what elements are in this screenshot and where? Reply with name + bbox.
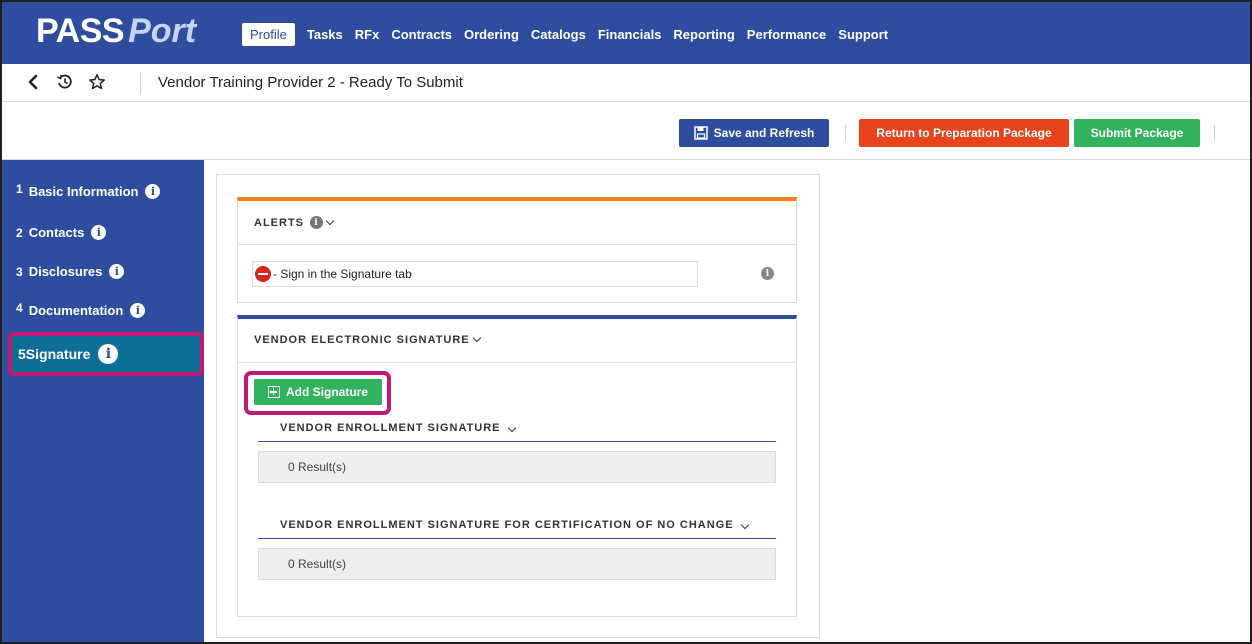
logo-part-pass: PASS bbox=[36, 12, 125, 50]
info-icon[interactable]: i bbox=[145, 184, 161, 199]
nav-financials[interactable]: Financials bbox=[598, 27, 662, 42]
sidebar-item-documentation[interactable]: 4 Documentation i bbox=[16, 300, 146, 318]
result-count: 0 Result(s) bbox=[288, 557, 347, 571]
alerts-title: ALERTS bbox=[254, 216, 304, 229]
sidebar-item-signature[interactable]: 5 Signature i bbox=[8, 332, 204, 376]
return-to-preparation-button[interactable]: Return to Preparation Package bbox=[859, 119, 1069, 147]
sidebar-item-label: Disclosures bbox=[28, 264, 103, 279]
info-icon[interactable]: i bbox=[98, 344, 119, 364]
sidebar-item-disclosures[interactable]: 3 Disclosures i bbox=[16, 264, 125, 279]
save-and-refresh-button[interactable]: Save and Refresh bbox=[679, 119, 829, 147]
chevron-down-icon[interactable] bbox=[472, 333, 481, 343]
section-title: VENDOR ENROLLMENT SIGNATURE bbox=[280, 422, 501, 434]
add-signature-label: Add Signature bbox=[285, 385, 368, 399]
alerts-header[interactable]: ALERTS i bbox=[238, 201, 796, 245]
main-nav: Profile Tasks RFx Contracts Ordering Cat… bbox=[242, 23, 900, 46]
no-change-signature-heading[interactable]: VENDOR ENROLLMENT SIGNATURE FOR CERTIFIC… bbox=[280, 519, 749, 531]
breadcrumb: Vendor Training Provider 2 - Ready To Su… bbox=[2, 64, 1250, 102]
step-number: 3 bbox=[16, 264, 23, 279]
sidebar-item-label: Documentation bbox=[28, 303, 124, 318]
star-icon[interactable] bbox=[88, 72, 106, 92]
sidebar-item-label: Signature bbox=[25, 346, 91, 362]
top-nav-bar: PASS Port Profile Tasks RFx Contracts Or… bbox=[2, 2, 1250, 64]
nav-support[interactable]: Support bbox=[838, 27, 888, 42]
toolbar-divider bbox=[845, 125, 846, 141]
signature-title: VENDOR ELECTRONIC SIGNATURE bbox=[254, 334, 470, 346]
section-divider bbox=[258, 441, 776, 442]
step-number: 1 bbox=[16, 181, 23, 196]
info-icon[interactable]: i bbox=[130, 303, 146, 318]
alert-item[interactable]: - Sign in the Signature tab bbox=[252, 261, 698, 287]
alert-message: - Sign in the Signature tab bbox=[273, 267, 412, 281]
sidebar-item-basic-information[interactable]: 1 Basic Information i bbox=[16, 181, 161, 199]
nav-tasks[interactable]: Tasks bbox=[307, 27, 343, 42]
main-content-card: ALERTS i - Sign in the Signature tab i V… bbox=[216, 174, 820, 638]
sidebar-item-contacts[interactable]: 2 Contacts i bbox=[16, 225, 107, 240]
nav-reporting[interactable]: Reporting bbox=[673, 27, 734, 42]
save-icon bbox=[693, 126, 708, 140]
breadcrumb-divider bbox=[140, 72, 141, 94]
sidebar-item-label: Basic Information bbox=[28, 184, 139, 199]
save-and-refresh-label: Save and Refresh bbox=[713, 126, 815, 140]
chevron-down-icon[interactable] bbox=[740, 520, 749, 530]
submit-label: Submit Package bbox=[1090, 126, 1184, 140]
nav-profile[interactable]: Profile bbox=[242, 23, 295, 46]
plus-icon bbox=[267, 386, 280, 398]
page-title: Vendor Training Provider 2 - Ready To Su… bbox=[158, 74, 463, 91]
step-number: 5 bbox=[18, 346, 26, 362]
action-toolbar: Save and Refresh Return to Preparation P… bbox=[2, 102, 1250, 160]
results-box: 0 Result(s) bbox=[258, 451, 776, 483]
submit-package-button[interactable]: Submit Package bbox=[1074, 119, 1200, 147]
step-number: 4 bbox=[16, 300, 23, 315]
add-signature-button[interactable]: Add Signature bbox=[254, 379, 382, 405]
chevron-down-icon[interactable] bbox=[325, 216, 335, 225]
sidebar: 1 Basic Information i 2 Contacts i 3 Dis… bbox=[2, 160, 204, 642]
passport-logo[interactable]: PASS Port bbox=[36, 12, 196, 52]
info-icon[interactable]: i bbox=[310, 216, 323, 229]
section-divider bbox=[258, 538, 776, 539]
step-number: 2 bbox=[16, 225, 23, 240]
nav-catalogs[interactable]: Catalogs bbox=[531, 27, 586, 42]
info-icon[interactable]: i bbox=[761, 267, 774, 280]
chevron-down-icon[interactable] bbox=[507, 423, 516, 433]
nav-rfx[interactable]: RFx bbox=[355, 27, 380, 42]
info-icon[interactable]: i bbox=[109, 264, 125, 279]
alerts-panel: ALERTS i - Sign in the Signature tab i bbox=[237, 197, 797, 303]
back-chevron-icon[interactable] bbox=[24, 72, 42, 92]
nav-contracts[interactable]: Contracts bbox=[391, 27, 452, 42]
results-box: 0 Result(s) bbox=[258, 548, 776, 580]
return-label: Return to Preparation Package bbox=[876, 126, 1052, 140]
logo-part-port: Port bbox=[128, 12, 197, 50]
crumb-icon-group bbox=[24, 72, 106, 92]
section-title: VENDOR ENROLLMENT SIGNATURE FOR CERTIFIC… bbox=[280, 519, 734, 531]
info-icon[interactable]: i bbox=[91, 225, 107, 240]
result-count: 0 Result(s) bbox=[288, 460, 347, 474]
error-icon bbox=[255, 266, 271, 282]
nav-ordering[interactable]: Ordering bbox=[464, 27, 519, 42]
app-window: PASS Port Profile Tasks RFx Contracts Or… bbox=[0, 0, 1252, 644]
history-icon[interactable] bbox=[56, 72, 74, 92]
vendor-electronic-signature-panel: VENDOR ELECTRONIC SIGNATURE Add Signatur… bbox=[237, 315, 797, 617]
toolbar-divider bbox=[1214, 125, 1215, 141]
nav-performance[interactable]: Performance bbox=[747, 27, 826, 42]
signature-header[interactable]: VENDOR ELECTRONIC SIGNATURE bbox=[238, 319, 796, 363]
enrollment-signature-heading[interactable]: VENDOR ENROLLMENT SIGNATURE bbox=[280, 422, 516, 434]
sidebar-item-label: Contacts bbox=[28, 225, 85, 240]
